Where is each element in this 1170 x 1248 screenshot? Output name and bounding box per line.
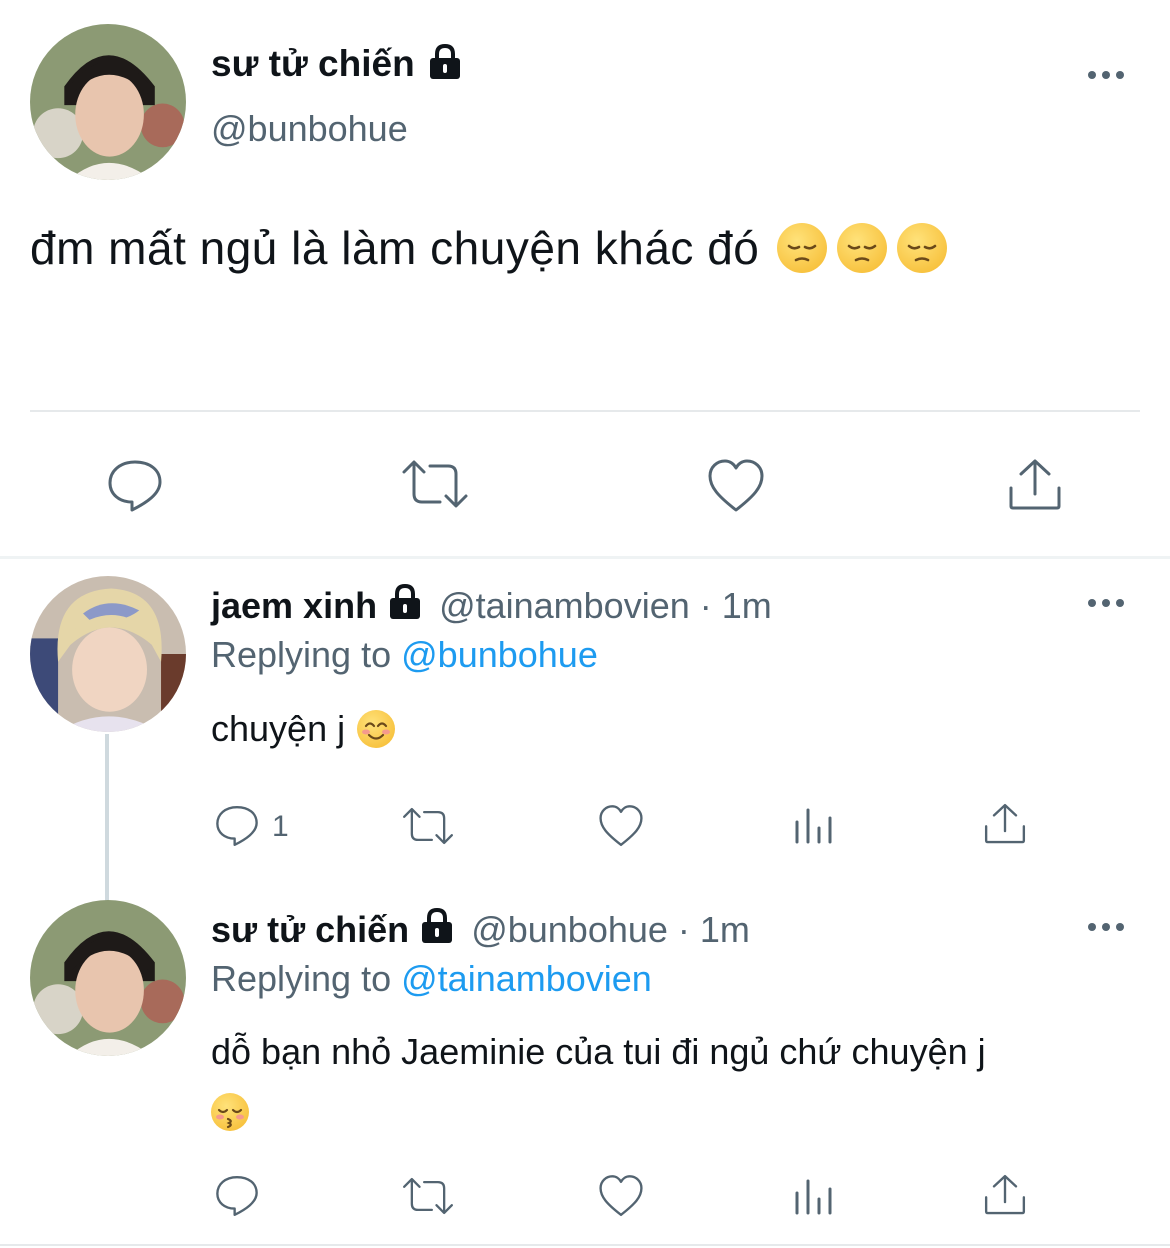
handle[interactable]: @bunbohue	[211, 108, 408, 150]
pensive-face-icon	[837, 223, 888, 273]
author-line: sư tử chiến	[211, 40, 463, 88]
display-name[interactable]: jaem xinh	[211, 585, 377, 627]
lock-icon	[419, 907, 455, 954]
share-icon[interactable]	[983, 802, 1027, 846]
avatar[interactable]	[30, 576, 186, 732]
more-options-icon[interactable]	[1088, 923, 1124, 931]
more-options-icon[interactable]	[1088, 71, 1124, 79]
thread-line	[105, 734, 109, 902]
reply-icon[interactable]	[106, 458, 164, 514]
retweet-icon[interactable]	[400, 458, 470, 510]
timestamp[interactable]: · 1m	[678, 909, 750, 951]
replying-label: Replying to	[211, 958, 392, 999]
share-icon[interactable]	[983, 1173, 1027, 1217]
like-icon[interactable]	[597, 1174, 645, 1218]
kissing-face-icon	[211, 1093, 249, 1132]
tweet-text-content: dỗ bạn nhỏ Jaeminie của tui đi ngủ chứ c…	[211, 1031, 986, 1072]
share-icon[interactable]	[1007, 458, 1063, 512]
reply-count: 1	[272, 810, 289, 843]
tweet-text: dỗ bạn nhỏ Jaeminie của tui đi ngủ chứ c…	[211, 1024, 1131, 1136]
reply-icon[interactable]	[214, 804, 260, 848]
tweet-text: chuyện j	[211, 708, 396, 750]
section-divider	[0, 556, 1170, 559]
smiling-face-icon	[357, 710, 396, 748]
pensive-face-icon	[777, 223, 828, 273]
mention-link[interactable]: @tainambovien	[401, 958, 652, 999]
tweet-text-content: đm mất ngủ là làm chuyện khác đó	[30, 222, 760, 274]
pensive-face-icon	[897, 223, 948, 273]
divider	[0, 1244, 1170, 1246]
analytics-icon[interactable]	[792, 804, 834, 846]
retweet-icon[interactable]	[400, 806, 456, 846]
avatar-photo	[30, 576, 186, 732]
divider	[30, 410, 1140, 412]
like-icon[interactable]	[706, 458, 766, 514]
display-name[interactable]: sư tử chiến	[211, 909, 409, 951]
display-name[interactable]: sư tử chiến	[211, 43, 415, 85]
reply-icon[interactable]	[214, 1174, 260, 1218]
timestamp[interactable]: · 1m	[700, 585, 772, 627]
retweet-icon[interactable]	[400, 1176, 456, 1216]
replying-to: Replying to @tainambovien	[211, 958, 652, 1000]
like-icon[interactable]	[597, 804, 645, 848]
replying-to: Replying to @bunbohue	[211, 634, 598, 676]
avatar[interactable]	[30, 24, 186, 180]
more-options-icon[interactable]	[1088, 599, 1124, 607]
mention-link[interactable]: @bunbohue	[401, 634, 598, 675]
author-line: sư tử chiến @bunbohue · 1m	[211, 907, 750, 953]
lock-icon	[427, 43, 463, 86]
tweet-text: đm mất ngủ là làm chuyện khác đó	[30, 220, 948, 276]
tweet-text-content: chuyện j	[211, 708, 346, 749]
handle[interactable]: @bunbohue	[471, 909, 668, 951]
author-line: jaem xinh @tainambovien · 1m	[211, 583, 772, 629]
avatar[interactable]	[30, 900, 186, 1056]
analytics-icon[interactable]	[792, 1175, 834, 1217]
replying-label: Replying to	[211, 634, 392, 675]
handle[interactable]: @tainambovien	[439, 585, 690, 627]
avatar-photo	[30, 900, 186, 1056]
avatar-photo	[30, 24, 186, 180]
lock-icon	[387, 583, 423, 630]
